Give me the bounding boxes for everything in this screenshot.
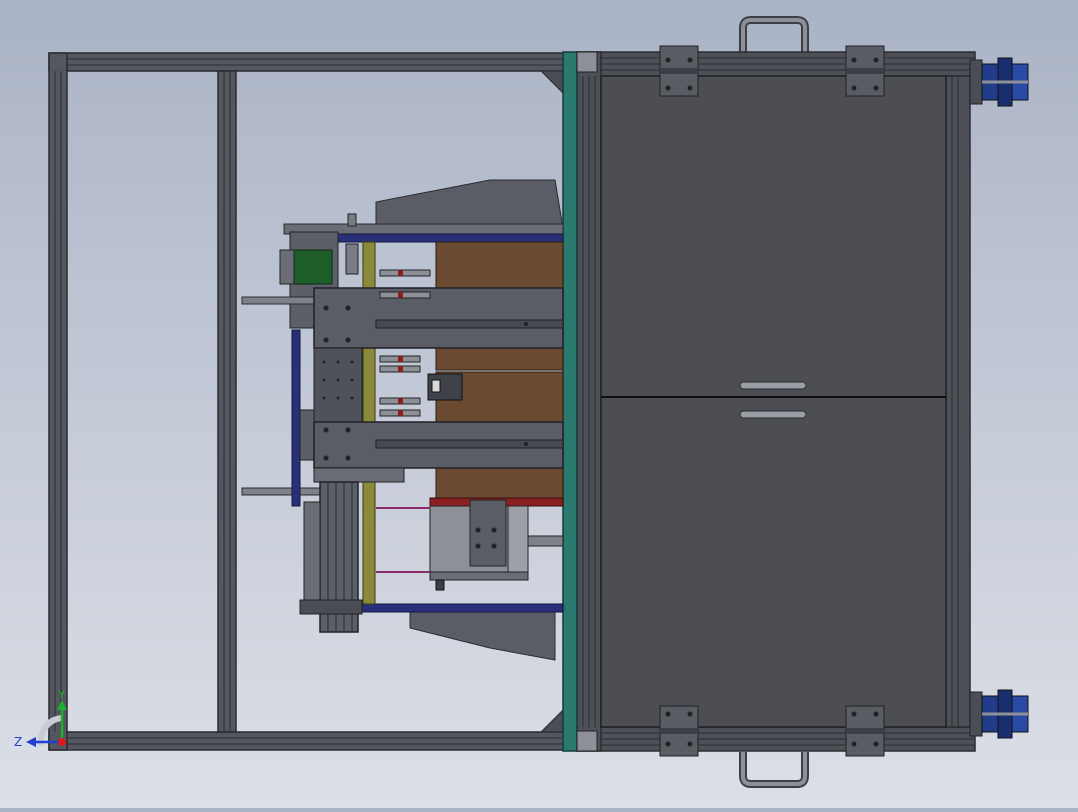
y-axis-label: Y xyxy=(57,688,66,702)
frame-mid-post xyxy=(217,70,237,733)
upper-support-plate xyxy=(375,179,564,229)
z-axis-label: Z xyxy=(14,735,22,749)
caster-top xyxy=(969,57,1029,107)
upper-door-pull xyxy=(739,381,807,390)
lower-support-plate xyxy=(409,611,556,661)
hinge-top-left xyxy=(659,45,699,97)
lower-rod xyxy=(241,487,321,496)
hinge-bottom-left xyxy=(659,705,699,757)
coordinate-triad: Y Z xyxy=(14,688,67,749)
brown-block-mid-upper xyxy=(435,347,564,371)
lower-door-pull xyxy=(739,410,807,419)
lower-door-panel xyxy=(600,396,947,728)
central-mechanism xyxy=(241,179,564,661)
corner-gusset-top xyxy=(539,70,564,95)
brown-block-lower xyxy=(435,467,564,499)
corner-gusset-bottom xyxy=(539,708,564,733)
navy-vertical-link xyxy=(291,329,301,507)
cad-drawing: Y Z xyxy=(14,16,1029,788)
top-handle xyxy=(739,16,809,52)
upper-rod xyxy=(241,296,319,305)
frame-top-rail xyxy=(48,52,568,72)
upper-arm-plate xyxy=(313,287,564,349)
frame-bottom-rail xyxy=(48,731,568,751)
frame-left-post xyxy=(48,52,68,751)
upper-door-panel xyxy=(600,75,947,398)
teal-divider-panel xyxy=(562,51,578,752)
green-motor xyxy=(293,249,333,285)
x-axis-point xyxy=(58,738,66,746)
right-cabinet xyxy=(576,16,1029,788)
cad-viewport[interactable]: Y Z xyxy=(0,0,1078,808)
hinge-top-right xyxy=(845,45,885,97)
center-carriage-block xyxy=(313,347,363,423)
hinge-bottom-right xyxy=(845,705,885,757)
bottom-handle xyxy=(739,752,809,788)
caster-bottom xyxy=(969,689,1029,739)
